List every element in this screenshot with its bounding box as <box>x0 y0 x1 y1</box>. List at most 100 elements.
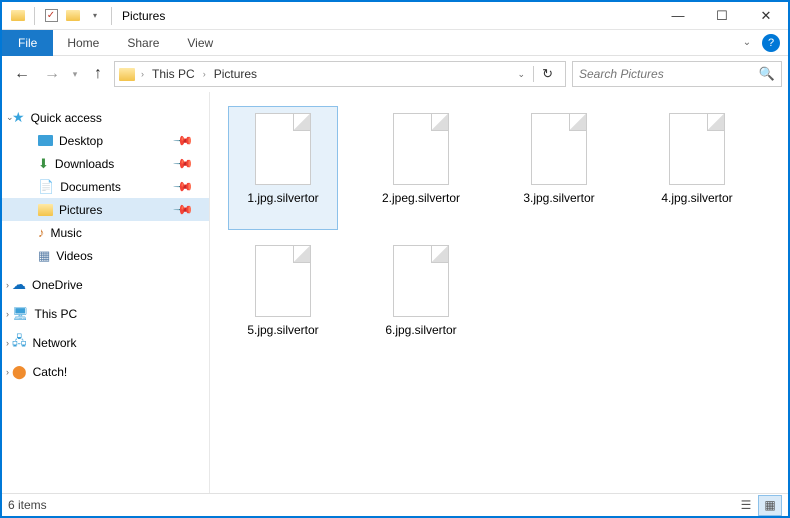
file-icon <box>393 245 449 317</box>
separator <box>111 7 112 25</box>
sidebar-item-label: This PC <box>35 307 78 321</box>
address-bar[interactable]: › This PC › Pictures ⌄ ↻ <box>114 61 566 87</box>
window-title: Pictures <box>122 9 165 23</box>
sidebar-item-label: Desktop <box>59 134 103 148</box>
file-item[interactable]: 3.jpg.silvertor <box>504 106 614 230</box>
file-list[interactable]: 1.jpg.silvertor 2.jpeg.silvertor 3.jpg.sil… <box>210 92 788 495</box>
chevron-right-icon[interactable]: › <box>6 280 9 290</box>
sidebar-item-label: Pictures <box>59 203 102 217</box>
chevron-right-icon[interactable]: › <box>139 69 146 79</box>
file-item[interactable]: 2.jpeg.silvertor <box>366 106 476 230</box>
help-icon[interactable]: ? <box>762 34 780 52</box>
sidebar-item-downloads[interactable]: ⬇ Downloads 📌 <box>2 152 209 175</box>
breadcrumb-this-pc[interactable]: This PC <box>148 67 199 81</box>
details-view-button[interactable]: ☰ <box>734 495 758 516</box>
window-controls: — ☐ ✕ <box>656 2 788 30</box>
chevron-down-icon[interactable]: ⌄ <box>6 112 14 123</box>
title-bar: ✓ ▾ Pictures — ☐ ✕ <box>2 2 788 30</box>
sidebar-item-desktop[interactable]: Desktop 📌 <box>2 129 209 152</box>
file-icon <box>255 113 311 185</box>
navigation-pane: ⌄ ★ Quick access Desktop 📌 ⬇ Downloads 📌 📄 Doc… <box>2 92 210 495</box>
file-name: 1.jpg.silvertor <box>247 191 318 205</box>
icons-view-button[interactable]: ▦ <box>758 495 782 516</box>
refresh-button[interactable]: ↻ <box>533 66 561 82</box>
sidebar-item-label: Documents <box>60 180 121 194</box>
search-icon[interactable]: 🔍 <box>759 66 775 82</box>
tab-view[interactable]: View <box>173 30 227 56</box>
sidebar-item-catch-[interactable]: ›⬤ Catch! <box>2 360 209 383</box>
sidebar-item-this-pc[interactable]: ›🖥 This PC <box>2 302 209 325</box>
properties-checkbox-icon[interactable]: ✓ <box>41 6 61 26</box>
forward-button[interactable]: → <box>38 60 66 88</box>
back-button[interactable]: ← <box>8 60 36 88</box>
onedrive-icon: ☁ <box>12 276 26 293</box>
file-name: 3.jpg.silvertor <box>523 191 594 205</box>
star-icon: ★ <box>12 109 25 126</box>
file-name: 2.jpeg.silvertor <box>382 191 460 205</box>
music-icon: ♪ <box>38 225 45 240</box>
separator <box>34 7 35 25</box>
search-input[interactable] <box>579 67 759 81</box>
chevron-right-icon[interactable]: › <box>201 69 208 79</box>
downloads-icon: ⬇ <box>38 156 49 172</box>
pin-icon: 📌 <box>172 129 195 152</box>
file-name: 5.jpg.silvertor <box>247 323 318 337</box>
file-name: 6.jpg.silvertor <box>385 323 456 337</box>
videos-icon: ▦ <box>38 248 50 264</box>
sidebar-item-label: Network <box>33 336 77 350</box>
documents-icon: 📄 <box>38 179 54 195</box>
sidebar-item-onedrive[interactable]: ›☁ OneDrive <box>2 273 209 296</box>
sidebar-item-label: Catch! <box>33 365 68 379</box>
sidebar-item-pictures[interactable]: Pictures📌 <box>2 198 209 221</box>
status-bar: 6 items ☰ ▦ <box>2 493 788 516</box>
location-folder-icon <box>119 68 135 81</box>
tab-home[interactable]: Home <box>53 30 113 56</box>
sidebar-item-network[interactable]: ›🖧 Network <box>2 331 209 354</box>
file-name: 4.jpg.silvertor <box>661 191 732 205</box>
chevron-right-icon[interactable]: › <box>6 309 9 319</box>
sidebar-item-videos[interactable]: ▦Videos <box>2 244 209 267</box>
breadcrumb-pictures[interactable]: Pictures <box>210 67 261 81</box>
file-icon <box>531 113 587 185</box>
file-item[interactable]: 4.jpg.silvertor <box>642 106 752 230</box>
up-button[interactable]: ↑ <box>84 60 112 88</box>
chevron-right-icon[interactable]: › <box>6 367 9 377</box>
sidebar-item-label: Downloads <box>55 157 114 171</box>
sidebar-item-label: Music <box>51 226 82 240</box>
pictures-icon <box>38 204 53 216</box>
this-pc-icon: 🖥 <box>12 306 29 322</box>
quick-access-group: ⌄ ★ Quick access Desktop 📌 ⬇ Downloads 📌 📄 Doc… <box>2 106 209 267</box>
qat-dropdown-icon[interactable] <box>63 6 83 26</box>
explorer-icon <box>8 6 28 26</box>
network-icon: 🖧 <box>12 332 27 354</box>
collapse-ribbon-icon[interactable]: ⌄ <box>736 32 758 54</box>
main-area: ⌄ ★ Quick access Desktop 📌 ⬇ Downloads 📌 📄 Doc… <box>2 92 788 495</box>
minimize-button[interactable]: — <box>656 2 700 30</box>
quick-access-toolbar: ✓ ▾ <box>8 6 116 26</box>
catch--icon: ⬤ <box>12 364 27 380</box>
address-dropdown-icon[interactable]: ⌄ <box>512 69 532 80</box>
sidebar-item-music[interactable]: ♪ Music <box>2 221 209 244</box>
recent-dropdown-icon[interactable]: ▾ <box>68 60 82 88</box>
sidebar-quick-access[interactable]: ⌄ ★ Quick access <box>2 106 209 129</box>
pin-icon: 📌 <box>172 152 195 175</box>
maximize-button[interactable]: ☐ <box>700 2 744 30</box>
file-tab[interactable]: File <box>2 30 53 56</box>
file-item[interactable]: 5.jpg.silvertor <box>228 238 338 362</box>
tab-share[interactable]: Share <box>113 30 173 56</box>
chevron-right-icon[interactable]: › <box>6 338 9 348</box>
status-item-count: 6 items <box>8 498 47 512</box>
file-icon <box>393 113 449 185</box>
chevron-down-icon[interactable]: ▾ <box>85 6 105 26</box>
file-icon <box>255 245 311 317</box>
sidebar-label: Quick access <box>31 111 102 125</box>
sidebar-item-documents[interactable]: 📄 Documents 📌 <box>2 175 209 198</box>
file-icon <box>669 113 725 185</box>
sidebar-item-label: OneDrive <box>32 278 83 292</box>
close-button[interactable]: ✕ <box>744 2 788 30</box>
file-item[interactable]: 6.jpg.silvertor <box>366 238 476 362</box>
navigation-bar: ← → ▾ ↑ › This PC › Pictures ⌄ ↻ 🔍 <box>2 56 788 92</box>
search-box[interactable]: 🔍 <box>572 61 782 87</box>
file-item[interactable]: 1.jpg.silvertor <box>228 106 338 230</box>
pin-icon: 📌 <box>172 175 195 198</box>
